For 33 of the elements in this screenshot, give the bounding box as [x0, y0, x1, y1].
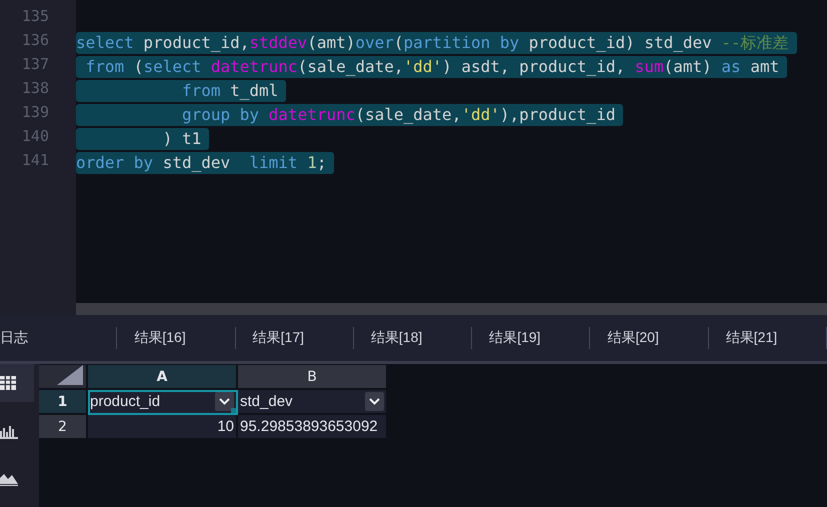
- line-number: 139: [20, 103, 49, 123]
- line-number: 141: [20, 151, 49, 171]
- filter-dropdown[interactable]: [215, 392, 234, 411]
- line-number: 138: [20, 79, 49, 99]
- bar-chart-icon: [0, 423, 18, 439]
- table-cell: 95.29853893653092: [238, 415, 388, 440]
- result-tab[interactable]: 结果[18]: [370, 329, 422, 347]
- line-number: 136: [20, 31, 49, 51]
- chevron-down-icon: [369, 398, 380, 405]
- result-tab[interactable]: 日志: [0, 329, 28, 347]
- corner-cell[interactable]: [39, 365, 88, 390]
- column-name: std_dev: [240, 393, 293, 410]
- row-header[interactable]: 1: [39, 390, 88, 415]
- column-name: product_id: [90, 393, 160, 410]
- fill-handle[interactable]: [231, 408, 236, 413]
- line-number: 135: [20, 7, 49, 27]
- column-header[interactable]: A: [88, 365, 238, 390]
- column-header[interactable]: B: [238, 365, 388, 390]
- result-tab[interactable]: 结果[19]: [489, 329, 541, 347]
- result-tab[interactable]: 结果[16]: [134, 329, 186, 347]
- result-tab[interactable]: 结果[20]: [607, 329, 659, 347]
- table-icon: [0, 376, 16, 390]
- area-chart-icon: [0, 472, 18, 486]
- filter-dropdown[interactable]: [365, 392, 384, 411]
- line-number: 140: [20, 127, 49, 147]
- result-tab[interactable]: 结果[21]: [726, 329, 778, 347]
- line-number: 137: [20, 55, 49, 75]
- row-header[interactable]: 2: [39, 415, 88, 440]
- table-cell: 10: [88, 415, 238, 440]
- scrollbar[interactable]: [76, 303, 827, 315]
- view-toggle-button[interactable]: [0, 364, 34, 402]
- chevron-down-icon: [219, 398, 230, 405]
- result-tab[interactable]: 结果[17]: [252, 329, 304, 347]
